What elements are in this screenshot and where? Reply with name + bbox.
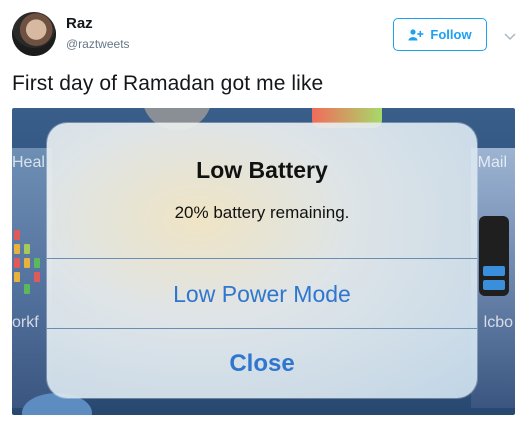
- alert-title: Low Battery: [196, 157, 328, 183]
- user-display-name[interactable]: Raz: [66, 15, 93, 32]
- user-handle[interactable]: @raztweets: [66, 37, 130, 51]
- tweet-header: Raz @raztweets Follow: [0, 0, 527, 66]
- low-power-mode-button[interactable]: Low Power Mode: [47, 259, 477, 329]
- close-button[interactable]: Close: [47, 329, 477, 398]
- alert-message: 20% battery remaining.: [174, 203, 350, 222]
- chevron-down-icon[interactable]: [503, 28, 517, 41]
- add-user-icon: [408, 28, 424, 41]
- tweet-text: First day of Ramadan got me like: [12, 72, 324, 95]
- home-screen-label: lcbo: [483, 314, 513, 331]
- low-battery-alert: Low Battery 20% battery remaining. Low P…: [47, 123, 477, 398]
- home-screen-label: Mail: [477, 154, 507, 171]
- avatar[interactable]: [12, 12, 56, 56]
- calculator-app-icon: [479, 216, 509, 296]
- home-screen-label: orkf: [12, 314, 39, 331]
- follow-label: Follow: [430, 27, 472, 42]
- follow-button[interactable]: Follow: [393, 18, 487, 51]
- home-screen-label: Heal: [12, 154, 45, 171]
